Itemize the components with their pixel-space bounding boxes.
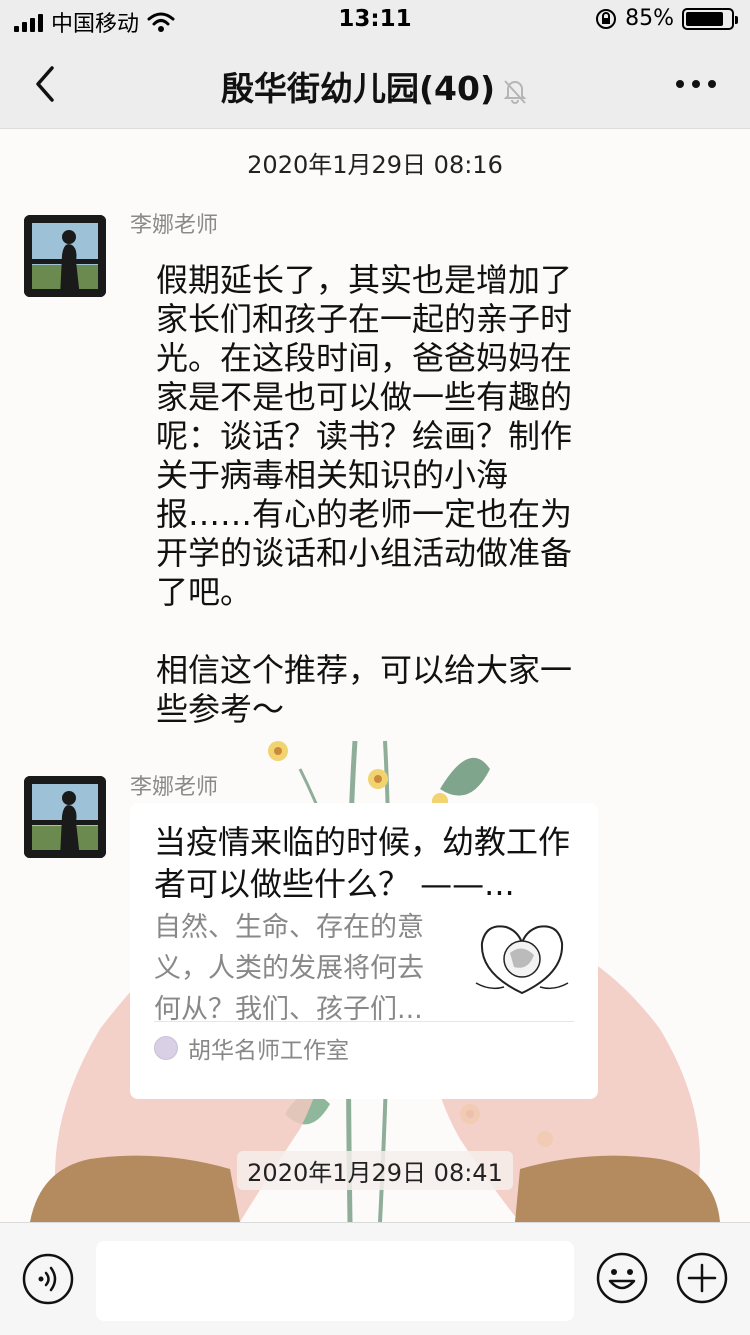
more-dots-icon[interactable] xyxy=(676,80,716,88)
avatar[interactable] xyxy=(24,215,106,297)
nav-bar: 殷华街幼儿园(40) xyxy=(0,40,750,129)
sender-name: 李娜老师 xyxy=(130,213,219,238)
avatar-image xyxy=(24,215,106,297)
message-input[interactable] xyxy=(96,1241,574,1321)
sender-name: 李娜老师 xyxy=(130,775,219,800)
chat-area[interactable]: 2020年1月29日 08:16 李娜老师 假期延长了，其实也是增加了家长们和孩… xyxy=(0,129,750,1222)
card-source-label: 胡华名师工作室 xyxy=(188,1038,349,1064)
chat-title: 殷华街幼儿园(40) xyxy=(0,62,750,110)
battery-fill xyxy=(686,11,723,26)
card-description: 自然、生命、存在的意义，人类的发展将何去何从？我们、孩子们... xyxy=(154,912,424,1025)
card-source: 胡华名师工作室 xyxy=(154,1031,349,1065)
status-right: 85% xyxy=(595,6,738,31)
plus-circle-icon[interactable] xyxy=(675,1251,729,1305)
card-thumbnail xyxy=(470,913,574,1005)
timestamp-text: 2020年1月29日 08:41 xyxy=(237,1151,513,1190)
message-text[interactable]: 假期延长了，其实也是增加了家长们和孩子在一起的亲子时光。在这段时间，爸爸妈妈在家… xyxy=(130,247,600,743)
battery-percent: 85% xyxy=(625,6,674,31)
battery-icon xyxy=(682,7,738,30)
voice-icon[interactable] xyxy=(22,1253,74,1305)
avatar-image xyxy=(24,776,106,858)
bell-off-icon xyxy=(503,79,527,104)
timestamp: 2020年1月29日 08:16 xyxy=(0,145,750,180)
card-divider xyxy=(154,1021,574,1022)
chat-title-text: 殷华街幼儿园(40) xyxy=(220,69,496,108)
timestamp: 2020年1月29日 08:41 xyxy=(0,1151,750,1190)
source-logo-icon xyxy=(154,1036,178,1060)
card-title: 当疫情来临的时候，幼教工作者可以做些什么？ ——... xyxy=(154,823,571,903)
emoji-icon[interactable] xyxy=(595,1251,649,1305)
input-bar xyxy=(0,1222,750,1335)
status-bar: 中国移动 13:11 85% xyxy=(0,0,750,40)
avatar[interactable] xyxy=(24,776,106,858)
rotation-lock-icon xyxy=(596,8,617,29)
timestamp-text: 2020年1月29日 08:16 xyxy=(247,151,503,179)
article-card[interactable]: 当疫情来临的时候，幼教工作者可以做些什么？ ——... 自然、生命、存在的意义，… xyxy=(130,803,598,1099)
